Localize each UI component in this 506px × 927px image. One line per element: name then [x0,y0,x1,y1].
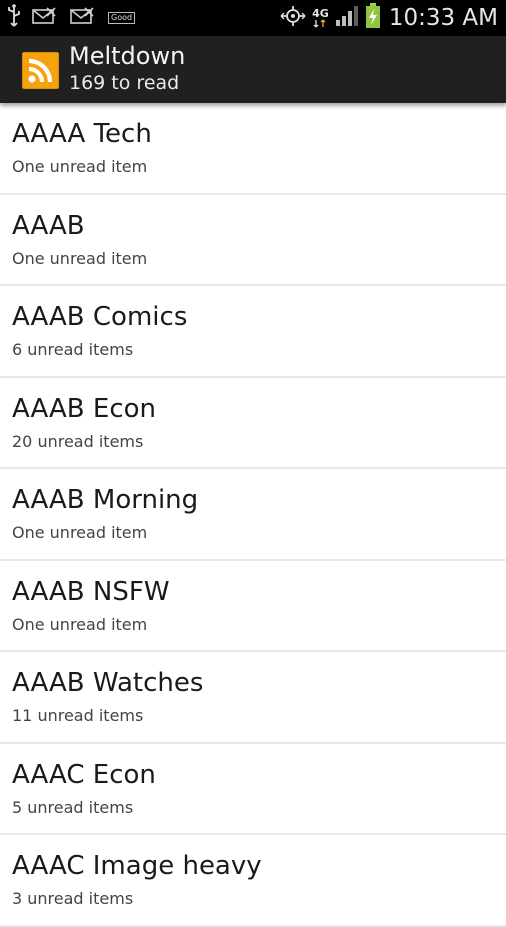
app-titles: Meltdown 169 to read [69,41,185,95]
action-bar: Meltdown 169 to read [0,36,506,103]
rss-icon[interactable] [21,51,60,90]
feed-unread-count: 20 unread items [12,431,144,451]
feed-name: AAAB NSFW [12,576,170,607]
feed-row[interactable]: AAAC Econ 5 unread items [0,744,506,835]
unread-count: 169 to read [69,72,180,94]
missed-mail-icon [32,6,58,30]
feed-name: AAAB [12,210,85,241]
feed-row[interactable]: AAAC Image heavy 3 unread items [0,835,506,927]
usb-icon [8,4,20,32]
missed-mail-icon [70,6,96,30]
feed-unread-count: One unread item [12,248,148,268]
location-icon [280,5,306,31]
signal-icon [335,5,359,31]
feed-unread-count: 11 unread items [12,706,144,725]
battery-charging-icon [365,3,381,33]
feed-row[interactable]: AAAB Econ 20 unread items [0,378,506,469]
feed-row[interactable]: AAAB One unread item [0,195,506,286]
feed-unread-count: 6 unread items [12,340,134,359]
feed-row[interactable]: AAAB NSFW One unread item [0,561,506,652]
feed-unread-count: 5 unread items [12,797,134,817]
feed-unread-count: One unread item [12,614,148,634]
feed-name: AAAB Watches [12,668,204,698]
feed-unread-count: One unread item [12,523,148,542]
feed-row[interactable]: AAAB Morning One unread item [0,469,506,561]
status-notifications: Good [8,4,147,32]
feed-row[interactable]: AAAA Tech One unread item [0,103,506,195]
feed-unread-count: One unread item [12,157,148,176]
feed-name: AAAB Econ [12,393,157,424]
feed-list: AAAA Tech One unread item AAAB One unrea… [0,103,506,927]
feed-name: AAAB Morning [12,485,199,515]
feed-row[interactable]: AAAB Comics 6 unread items [0,286,506,378]
status-bar: Good 4G 10:33 AM [0,0,506,36]
feed-unread-count: 3 unread items [12,889,134,908]
feed-name: AAAA Tech [12,119,152,149]
feed-name: AAAC Image heavy [12,851,262,881]
status-system: 4G 10:33 AM [274,3,498,33]
clock: 10:33 AM [388,5,498,31]
feed-name: AAAC Econ [12,759,156,790]
app-title: Meltdown [69,42,186,70]
feed-row[interactable]: AAAB Watches 11 unread items [0,652,506,744]
feed-name: AAAB Comics [12,302,188,332]
4g-lte-icon: 4G [312,8,329,28]
good-badge-icon: Good [108,12,136,24]
